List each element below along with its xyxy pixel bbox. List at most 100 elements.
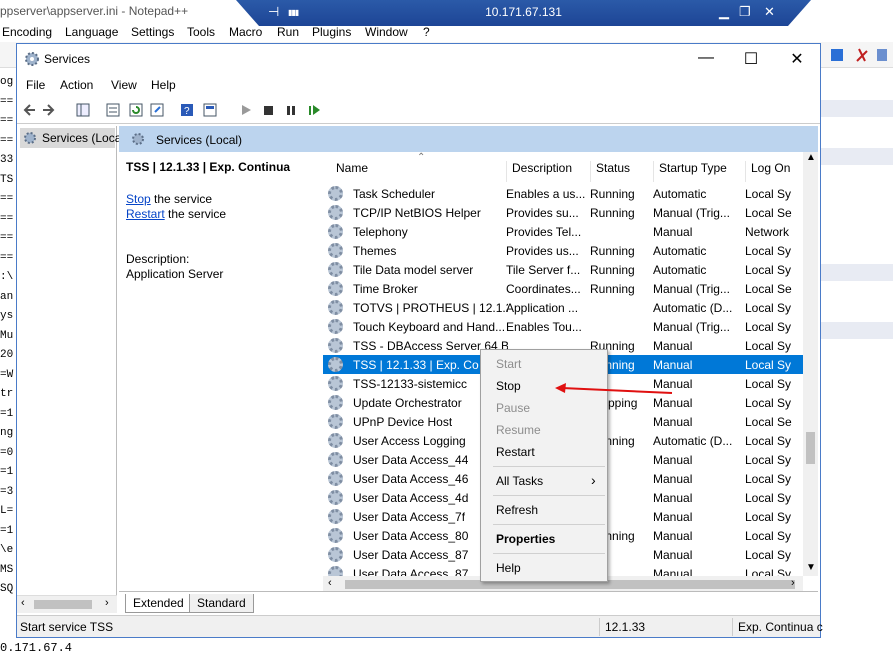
cell-name: User Data Access_80 [353, 529, 469, 543]
cell-desc: Coordinates... [506, 282, 581, 296]
main-header: Services (Local) [119, 126, 818, 152]
remote-restore-icon[interactable]: ❐ [739, 4, 751, 20]
notepad-menu-encoding[interactable]: Encoding [2, 25, 52, 39]
service-row[interactable]: Tile Data model server Tile Server f... Ru… [323, 260, 803, 279]
ctx-stop[interactable]: Stop [496, 379, 521, 393]
editor-fragment: == [0, 115, 14, 127]
notepad-menu-language[interactable]: Language [65, 25, 118, 39]
cell-startup: Manual [653, 472, 693, 486]
cell-name: TCP/IP NetBIOS Helper [353, 206, 481, 220]
pause-service-icon[interactable] [284, 103, 298, 117]
editor-fragment: == [0, 95, 14, 108]
show-tree-icon[interactable] [76, 103, 90, 117]
cell-name: Time Broker [353, 282, 418, 296]
notepad-menu-tools[interactable]: Tools [187, 25, 215, 39]
tab-extended[interactable]: Extended [125, 594, 192, 613]
remote-close-icon[interactable]: ✕ [764, 4, 775, 20]
editor-fragment: == [0, 193, 14, 205]
notepad-toolbar-icons[interactable] [829, 46, 889, 64]
cell-startup: Manual [653, 567, 693, 576]
export-icon[interactable] [150, 103, 164, 117]
menu-view[interactable]: View [111, 78, 137, 92]
description-label: Description: [126, 252, 190, 266]
service-gear-icon [328, 471, 343, 486]
ctx-properties[interactable]: Properties [496, 532, 555, 546]
maximize-icon[interactable]: ☐ [741, 49, 761, 69]
column-description[interactable]: Description [506, 161, 572, 182]
scroll-up-icon[interactable]: ▲ [806, 152, 816, 163]
ctx-pause[interactable]: Pause [496, 401, 530, 415]
notepad-menu-macro[interactable]: Macro [229, 25, 262, 39]
export-list-icon[interactable] [106, 103, 120, 117]
service-row[interactable]: Time Broker Coordinates... Running Manual (… [323, 279, 803, 298]
cell-logon: Network [745, 225, 790, 239]
tree-scroll-left-icon[interactable]: ‹ [21, 597, 25, 609]
ctx-all-tasks[interactable]: All Tasks [496, 474, 543, 488]
refresh-icon[interactable] [129, 103, 143, 117]
service-gear-icon [328, 186, 343, 201]
ctx-restart[interactable]: Restart [496, 445, 535, 459]
menu-file[interactable]: File [26, 78, 45, 92]
restart-service-icon[interactable] [307, 103, 321, 117]
properties-icon[interactable] [203, 103, 217, 117]
back-icon[interactable] [23, 103, 37, 117]
column-status[interactable]: Status [590, 161, 630, 182]
column-startup-type[interactable]: Startup Type [653, 161, 727, 182]
tab-standard[interactable]: Standard [189, 594, 254, 613]
ctx-resume[interactable]: Resume [496, 423, 541, 437]
services-gear-icon [25, 52, 39, 66]
service-row[interactable]: Touch Keyboard and Hand... Enables Tou...… [323, 317, 803, 336]
services-titlebar: Services — ☐ ✕ [17, 44, 820, 74]
menu-action[interactable]: Action [60, 78, 93, 92]
service-row[interactable]: Task Scheduler Enables a us... Running Auto… [323, 184, 803, 203]
ctx-start[interactable]: Start [496, 357, 521, 371]
service-row[interactable]: TOTVS | PROTHEUS | 12.1.33 Application ..… [323, 298, 803, 317]
list-vscrollbar[interactable]: ▲ ▼ [803, 152, 818, 576]
service-gear-icon [328, 395, 343, 410]
ctx-help[interactable]: Help [496, 561, 521, 575]
status-right: Exp. Continua c [738, 620, 823, 634]
service-row[interactable]: Themes Provides us... Running Automatic Loca… [323, 241, 803, 260]
ctx-refresh[interactable]: Refresh [496, 503, 538, 517]
restart-rest: the service [164, 207, 227, 221]
menu-help[interactable]: Help [151, 78, 176, 92]
cell-desc: Provides us... [506, 244, 579, 258]
hscroll-right-icon[interactable]: › [791, 577, 795, 589]
cell-name: Task Scheduler [353, 187, 436, 201]
forward-icon[interactable] [41, 103, 55, 117]
notepad-menu-window[interactable]: Window [365, 25, 408, 39]
service-row[interactable]: TCP/IP NetBIOS Helper Provides su... Runni… [323, 203, 803, 222]
stop-service-icon[interactable] [261, 103, 275, 117]
status-left: Start service TSS [20, 620, 114, 634]
scroll-down-icon[interactable]: ▼ [806, 562, 816, 573]
tree-scroll-right-icon[interactable]: › [105, 597, 109, 609]
hscroll-left-icon[interactable]: ‹ [328, 577, 332, 589]
help-icon[interactable]: ? [180, 103, 194, 117]
restart-link[interactable]: Restart [126, 207, 165, 221]
cell-status: Running [590, 206, 635, 220]
service-row[interactable]: Telephony Provides Tel... Manual Network [323, 222, 803, 241]
tree-hscrollbar[interactable]: ‹ › [17, 595, 117, 613]
cell-name: User Data Access_46 [353, 472, 469, 486]
column-log-on[interactable]: Log On [745, 161, 790, 182]
notepad-bottom-line: 0.171.67.4 [0, 638, 893, 669]
notepad-menu-settings[interactable]: Settings [131, 25, 174, 39]
editor-fragment: TS [0, 173, 14, 186]
minimize-icon[interactable]: — [696, 49, 716, 67]
column-name[interactable]: Name [331, 161, 368, 182]
cell-startup: Automatic (D... [653, 434, 733, 448]
editor-fragment: og [0, 76, 14, 88]
tree-scroll-thumb[interactable] [34, 600, 92, 609]
list-vscroll-thumb[interactable] [806, 432, 815, 464]
stop-link[interactable]: Stop [126, 192, 151, 206]
notepad-menu-run[interactable]: Run [277, 25, 299, 39]
stop-rest: the service [150, 192, 213, 206]
start-service-icon[interactable] [239, 103, 253, 117]
header-gear-icon [132, 133, 144, 145]
notepad-menu-help[interactable]: ? [423, 25, 430, 39]
status-middle: 12.1.33 [605, 620, 646, 634]
close-icon[interactable]: ✕ [787, 49, 807, 69]
tree-node-services-local[interactable]: Services (Loca [20, 128, 121, 148]
remote-minimize-icon[interactable]: ▁ [719, 4, 729, 20]
notepad-menu-plugins[interactable]: Plugins [312, 25, 351, 39]
